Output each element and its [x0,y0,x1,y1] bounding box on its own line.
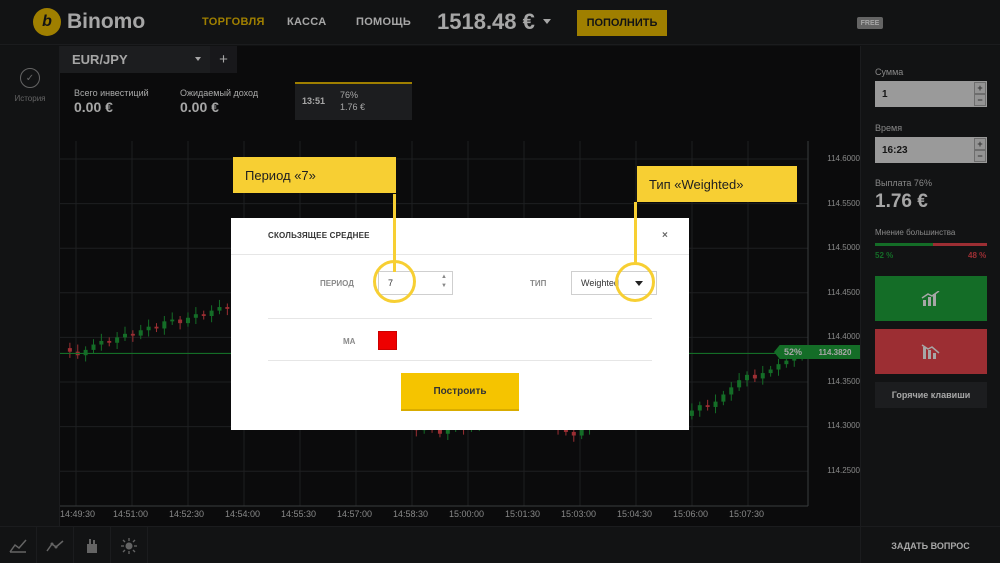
type-callout-ring [615,262,655,302]
build-button[interactable]: Построить [401,373,519,409]
type-label: ТИП [530,279,547,288]
ma-label: MA [343,337,356,346]
dialog-divider [268,318,652,319]
binomo-app: b Binomo ТОРГОВЛЯ КАССА ПОМОЩЬ 1518.48 €… [0,0,1000,563]
period-callout: Период «7» [233,157,396,193]
dialog-header-divider [231,254,689,255]
moving-average-dialog: СКОЛЬЗЯЩЕЕ СРЕДНЕЕ × ПЕРИОД 7 ▲ ▼ ТИП Wei… [231,218,689,430]
type-callout: Тип «Weighted» [637,166,797,202]
period-callout-ring [373,260,416,303]
type-callout-line [634,202,637,264]
close-icon[interactable]: × [662,230,668,241]
period-stepper-icon[interactable]: ▲ ▼ [441,273,447,291]
dialog-divider [268,360,652,361]
ma-color-picker[interactable] [378,331,397,350]
period-label: ПЕРИОД [320,279,354,288]
dialog-title: СКОЛЬЗЯЩЕЕ СРЕДНЕЕ [268,231,370,240]
